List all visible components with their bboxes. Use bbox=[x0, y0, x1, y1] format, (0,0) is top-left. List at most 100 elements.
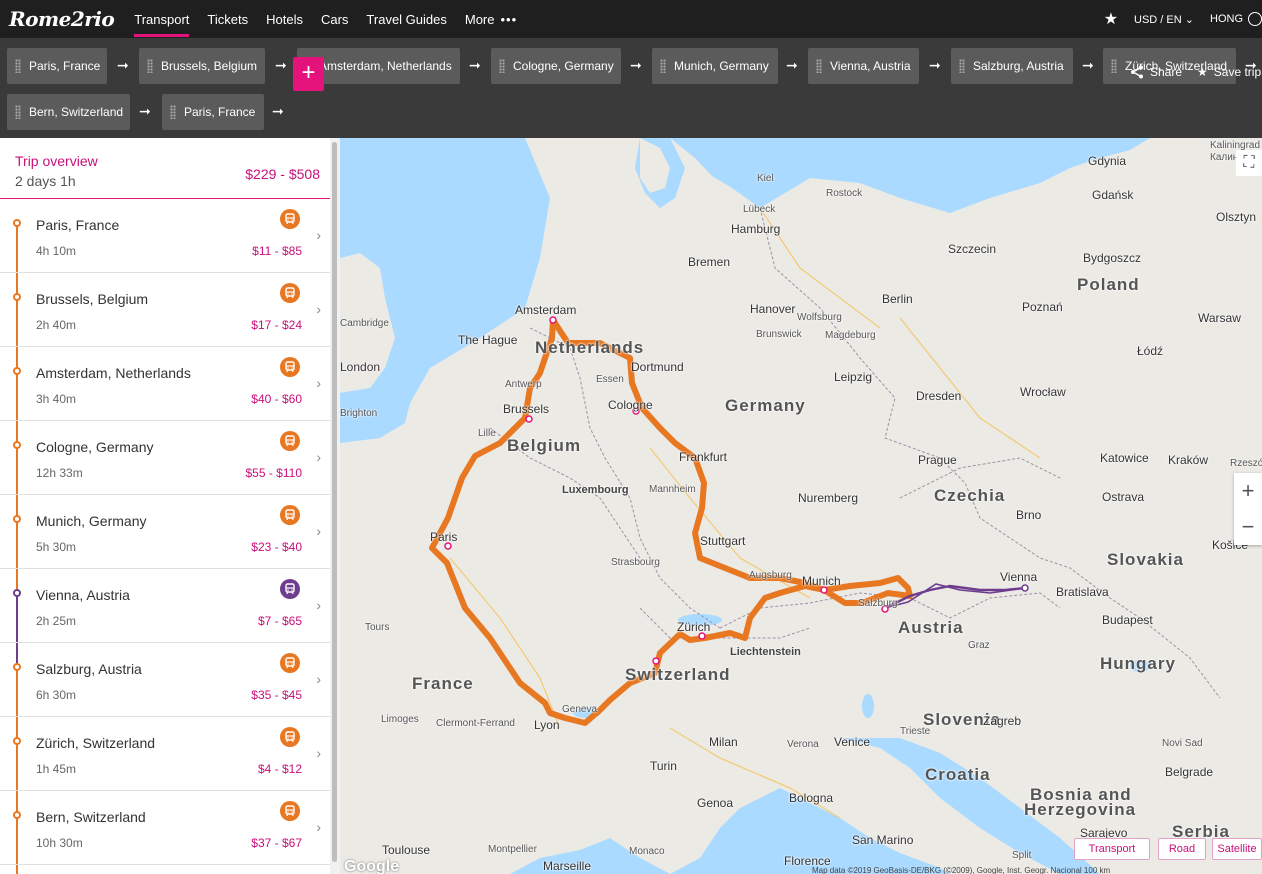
map-type-satellite[interactable]: Satellite bbox=[1212, 838, 1262, 860]
map-city-label: Split bbox=[1012, 850, 1032, 861]
zoom-in-button[interactable]: + bbox=[1234, 473, 1262, 509]
nav-transport[interactable]: Transport bbox=[134, 0, 190, 38]
map-city-label: Brighton bbox=[340, 408, 378, 419]
bus-icon bbox=[280, 431, 300, 451]
nav-more[interactable]: More ••• bbox=[465, 0, 517, 38]
leg-item[interactable]: Salzburg, Austria 6h 30m $35 - $45 › bbox=[0, 643, 330, 717]
drag-handle-icon[interactable] bbox=[15, 105, 21, 119]
drag-handle-icon[interactable] bbox=[15, 59, 21, 73]
leg-name: Bern, Switzerland bbox=[36, 809, 146, 825]
share-label: Share bbox=[1150, 65, 1183, 79]
map-city-label: Lyon bbox=[534, 718, 560, 732]
map-city-label: Monaco bbox=[629, 846, 665, 857]
map-city-label: Olsztyn bbox=[1216, 210, 1257, 224]
drag-handle-icon[interactable] bbox=[147, 59, 153, 73]
leg-duration: 2h 40m bbox=[36, 318, 77, 332]
route-stop[interactable]: Paris, France bbox=[162, 94, 264, 130]
logo[interactable]: Rome2rio bbox=[9, 7, 115, 31]
route-stop[interactable]: Salzburg, Austria bbox=[951, 48, 1073, 84]
zoom-out-button[interactable]: − bbox=[1234, 509, 1262, 545]
map-canvas bbox=[340, 138, 1221, 874]
map-city-label: Bremen bbox=[688, 255, 731, 269]
leg-item[interactable]: Munich, Germany 5h 30m $23 - $40 › bbox=[0, 495, 330, 569]
leg-item[interactable]: Amsterdam, Netherlands 3h 40m $40 - $60 › bbox=[0, 347, 330, 421]
route-stop[interactable]: Cologne, Germany bbox=[491, 48, 621, 84]
map-city-label: Bratislava bbox=[1056, 585, 1109, 599]
map-city-label: Rzeszów bbox=[1230, 458, 1262, 469]
leg-item[interactable]: Paris, France 4h 10m $11 - $85 › bbox=[0, 199, 330, 273]
map-city-label: The Hague bbox=[458, 333, 518, 347]
nav-hotels[interactable]: Hotels bbox=[266, 0, 303, 38]
map-city-label: Poznań bbox=[1022, 300, 1063, 314]
drag-handle-icon[interactable] bbox=[1111, 59, 1117, 73]
save-trip-button[interactable]: ★ Save trip bbox=[1197, 65, 1261, 79]
leg-name: Munich, Germany bbox=[36, 513, 147, 529]
nav-tickets[interactable]: Tickets bbox=[207, 0, 248, 38]
drag-handle-icon[interactable] bbox=[959, 59, 965, 73]
bus-icon bbox=[280, 505, 300, 525]
route-stop-label: Cologne, Germany bbox=[513, 59, 614, 73]
leg-duration: 2h 25m bbox=[36, 614, 77, 628]
map-city-label: Berlin bbox=[882, 292, 913, 306]
drag-handle-icon[interactable] bbox=[170, 105, 176, 119]
route-stop[interactable]: Munich, Germany bbox=[652, 48, 778, 84]
route-stop[interactable]: Paris, France bbox=[7, 48, 107, 84]
map-type-transport[interactable]: Transport bbox=[1074, 838, 1150, 860]
nav-cars[interactable]: Cars bbox=[321, 0, 348, 38]
arrow-right-icon: ➞ bbox=[469, 57, 481, 73]
leg-item[interactable]: Bern, Switzerland 10h 30m $37 - $67 › bbox=[0, 791, 330, 865]
map-city-label: Dortmund bbox=[631, 360, 684, 374]
map-city-label: Cambridge bbox=[340, 318, 389, 329]
add-destination-button[interactable]: + bbox=[293, 57, 324, 91]
timeline-dot bbox=[13, 589, 21, 597]
leg-item[interactable]: Brussels, Belgium 2h 40m $17 - $24 › bbox=[0, 273, 330, 347]
leg-item[interactable]: Zürich, Switzerland 1h 45m $4 - $12 › bbox=[0, 717, 330, 791]
leg-name: Zürich, Switzerland bbox=[36, 735, 156, 751]
arrow-right-icon: ➞ bbox=[1082, 57, 1094, 73]
trip-sidebar: Trip overview 2 days 1h $229 - $508 Pari… bbox=[0, 138, 340, 874]
map-type-road[interactable]: Road bbox=[1158, 838, 1206, 860]
route-stop[interactable]: Brussels, Belgium bbox=[139, 48, 265, 84]
drag-handle-icon[interactable] bbox=[660, 59, 666, 73]
bus-icon bbox=[280, 801, 300, 821]
map-city-label: Paris bbox=[430, 530, 458, 544]
currency-selector[interactable]: USD / EN ⌄ bbox=[1134, 13, 1194, 26]
leg-price: $35 - $45 bbox=[251, 688, 302, 702]
map-country-label: Poland bbox=[1077, 275, 1140, 294]
leg-item[interactable]: Cologne, Germany 12h 33m $55 - $110 › bbox=[0, 421, 330, 495]
timeline-dot bbox=[13, 293, 21, 301]
arrow-right-icon: ➞ bbox=[929, 57, 941, 73]
arrow-right-icon: ➞ bbox=[786, 57, 798, 73]
map[interactable]: Poland Germany Czechia Slovakia Austria Hunga… bbox=[340, 138, 1262, 874]
drag-handle-icon[interactable] bbox=[499, 59, 505, 73]
trip-overview[interactable]: Trip overview 2 days 1h $229 - $508 bbox=[0, 138, 330, 199]
map-city-label: Toulouse bbox=[382, 843, 431, 857]
map-country-label: France bbox=[412, 674, 474, 693]
map-country-label: Luxembourg bbox=[562, 484, 629, 496]
scrollbar-thumb[interactable] bbox=[332, 142, 337, 862]
map-country-label: Austria bbox=[898, 618, 964, 637]
map-city-label: Kiel bbox=[757, 173, 774, 184]
leg-item[interactable]: Vienna, Austria 2h 25m $7 - $65 › bbox=[0, 569, 330, 643]
share-button[interactable]: Share bbox=[1130, 65, 1182, 79]
fullscreen-icon[interactable]: ⛶ bbox=[1236, 150, 1262, 176]
route-stop[interactable]: Bern, Switzerland bbox=[7, 94, 130, 130]
leg-duration: 6h 30m bbox=[36, 688, 77, 702]
arrow-right-icon: ➞ bbox=[139, 103, 151, 119]
leg-name: Brussels, Belgium bbox=[36, 291, 149, 307]
star-icon[interactable]: ★ bbox=[1104, 9, 1118, 29]
leg-price: $7 - $65 bbox=[257, 614, 302, 628]
leg-name: Amsterdam, Netherlands bbox=[36, 365, 191, 381]
route-stop[interactable]: Vienna, Austria bbox=[808, 48, 919, 84]
nav-travel-guides[interactable]: Travel Guides bbox=[366, 0, 446, 38]
map-city-label: Venice bbox=[834, 735, 871, 749]
map-city-label: Szczecin bbox=[948, 242, 997, 256]
map-city-label: Turin bbox=[650, 759, 677, 773]
arrow-right-icon: ➞ bbox=[272, 103, 284, 119]
bus-icon bbox=[280, 727, 300, 747]
user-menu[interactable]: HONG bbox=[1210, 12, 1262, 26]
map-city-label: Munich bbox=[802, 574, 841, 588]
map-city-label: Ostrava bbox=[1102, 490, 1145, 504]
drag-handle-icon[interactable] bbox=[816, 59, 822, 73]
leg-duration: 1h 45m bbox=[36, 762, 77, 776]
